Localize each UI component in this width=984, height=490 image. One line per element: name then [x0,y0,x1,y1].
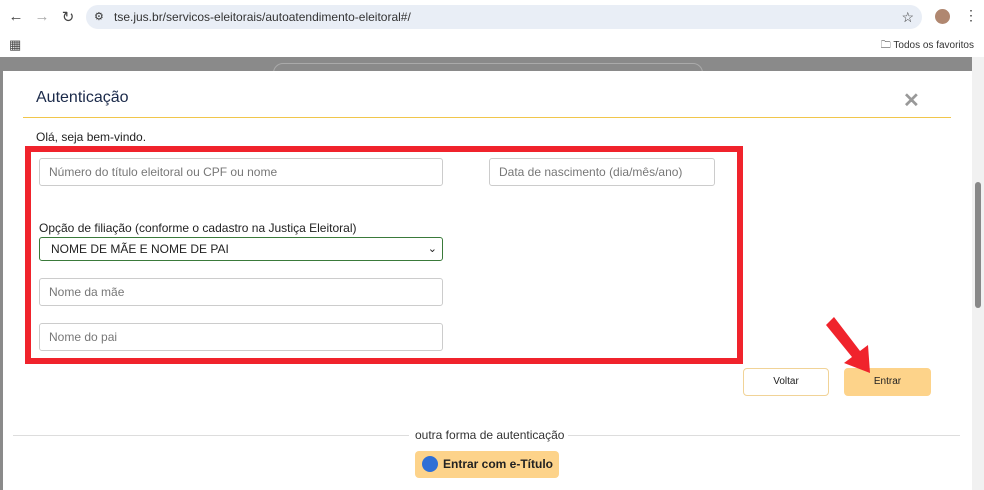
divider [23,117,951,118]
browser-toolbar: ← → ↻ ⚙ tse.jus.br/servicos-eleitorais/au… [0,0,984,33]
scrollbar-thumb[interactable] [975,182,981,308]
address-bar[interactable]: ⚙ tse.jus.br/servicos-eleitorais/autoaten… [86,5,922,29]
filiacao-select[interactable]: NOME DE MÃE E NOME DE PAI ⌄ [39,237,443,261]
url-text: tse.jus.br/servicos-eleitorais/autoatend… [114,10,411,24]
bookmarks-bar: ▦ 🗀 Todos os favoritos [0,33,984,57]
chevron-down-icon: ⌄ [427,243,437,255]
menu-icon[interactable]: ⋮ [964,7,978,24]
filiacao-label: Opção de filiação (conforme o cadastro n… [39,221,357,235]
reload-icon[interactable]: ↻ [55,8,81,26]
etitulo-icon [422,456,438,472]
welcome-text: Olá, seja bem-vindo. [36,130,147,144]
birthdate-input[interactable]: Data de nascimento (dia/mês/ano) [489,158,715,186]
all-bookmarks[interactable]: 🗀 Todos os favoritos [881,38,974,55]
apps-icon[interactable]: ▦ [9,37,21,53]
scrollbar[interactable] [972,57,984,490]
forward-icon[interactable]: → [29,8,55,25]
back-icon[interactable]: ← [3,8,29,25]
father-name-input[interactable]: Nome do pai [39,323,443,351]
modal-title: Autenticação [36,89,129,106]
titulo-input[interactable]: Número do título eleitoral ou CPF ou nom… [39,158,443,186]
filiacao-value: NOME DE MÃE E NOME DE PAI [51,242,229,256]
site-settings-icon[interactable]: ⚙ [94,5,104,29]
red-arrow-icon [826,317,870,373]
bookmark-star-icon[interactable]: ☆ [901,5,914,29]
page-backdrop: Autenticação ✕ Olá, seja bem-vindo. Núme… [0,57,984,490]
etitulo-button[interactable]: Entrar com e-Título [415,451,559,478]
divider [568,435,960,436]
auth-modal: Autenticação ✕ Olá, seja bem-vindo. Núme… [3,71,972,490]
profile-avatar[interactable] [935,9,950,24]
all-bookmarks-label: Todos os favoritos [893,40,974,51]
mother-name-input[interactable]: Nome da mãe [39,278,443,306]
voltar-button[interactable]: Voltar [743,368,829,396]
divider [13,435,409,436]
etitulo-label: Entrar com e-Título [443,457,554,471]
close-icon[interactable]: ✕ [903,88,920,113]
other-auth-label: outra forma de autenticação [415,428,565,442]
